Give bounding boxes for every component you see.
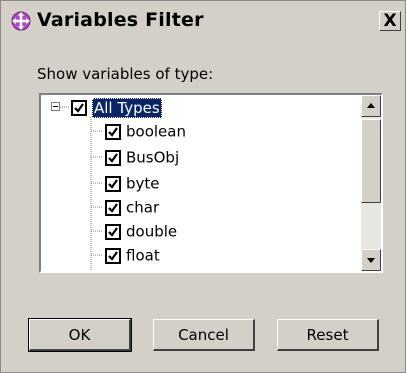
checkmark-icon — [108, 178, 118, 189]
tree-item-label: All Types — [92, 97, 162, 118]
tree-item-float[interactable]: float — [105, 243, 160, 267]
tree-item-double[interactable]: double — [105, 219, 177, 243]
tree-item-all-types[interactable]: All Types — [71, 95, 162, 119]
checkmark-icon — [108, 126, 118, 137]
tree-item-label: char — [126, 198, 160, 217]
tree-item-label: BusObj — [126, 148, 180, 167]
variables-filter-dialog: Variables Filter X Show variables of typ… — [0, 0, 406, 373]
all-types-checkbox[interactable] — [71, 99, 87, 116]
checkmark-icon — [108, 226, 118, 237]
tree-item-label: double — [126, 222, 178, 241]
checkbox[interactable] — [105, 272, 121, 274]
checkbox[interactable] — [105, 199, 121, 216]
arrow-up-icon — [367, 103, 375, 108]
checkbox[interactable] — [105, 223, 121, 240]
type-filter-label: Show variables of type: — [37, 65, 214, 83]
tree-item-partial[interactable] — [105, 267, 126, 274]
collapse-toggle[interactable] — [51, 102, 60, 111]
dialog-title: Variables Filter — [37, 9, 204, 31]
tree-item-label: float — [126, 246, 160, 265]
checkbox[interactable] — [105, 123, 121, 140]
title-bar[interactable]: Variables Filter X — [3, 3, 403, 37]
vertical-scrollbar[interactable] — [361, 95, 381, 271]
tree-item-boolean[interactable]: boolean — [105, 119, 186, 143]
tree-item-label: boolean — [126, 122, 186, 141]
tree-item-char[interactable]: char — [105, 195, 159, 219]
checkmark-icon — [108, 202, 118, 213]
scroll-thumb[interactable] — [361, 119, 381, 203]
variable-type-tree[interactable]: All Types boolean BusObj byte char doubl… — [39, 93, 383, 273]
checkmark-icon — [108, 250, 118, 261]
reset-button[interactable]: Reset — [277, 319, 379, 351]
scroll-up-button[interactable] — [361, 95, 381, 117]
tree-item-busobj[interactable]: BusObj — [105, 145, 179, 169]
cancel-button[interactable]: Cancel — [153, 319, 255, 351]
checkmark-icon — [74, 102, 84, 113]
tree-connector-lines — [60, 106, 103, 271]
checkbox[interactable] — [105, 175, 121, 192]
arrow-down-icon — [367, 258, 375, 263]
checkbox[interactable] — [105, 149, 121, 166]
filter-icon — [11, 11, 31, 31]
tree-item-byte[interactable]: byte — [105, 171, 160, 195]
checkmark-icon — [108, 152, 118, 163]
ok-button[interactable]: OK — [28, 318, 132, 352]
close-button[interactable]: X — [379, 11, 401, 31]
checkbox[interactable] — [105, 247, 121, 264]
scroll-down-button[interactable] — [361, 249, 381, 271]
tree-item-label: byte — [126, 174, 160, 193]
